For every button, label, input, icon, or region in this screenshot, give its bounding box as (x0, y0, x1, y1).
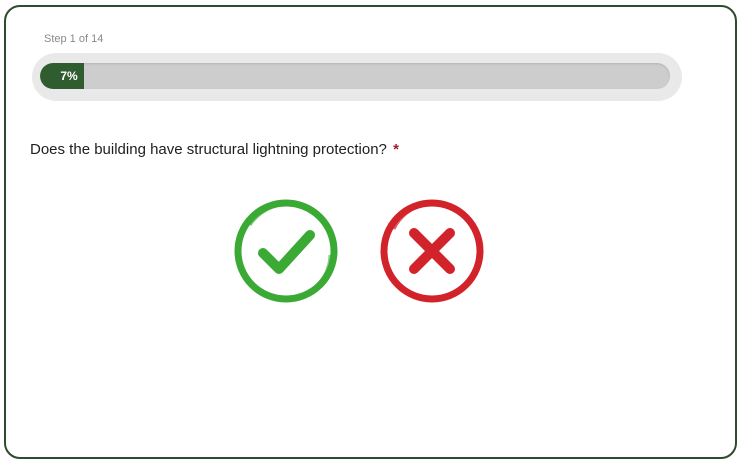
required-marker: * (393, 141, 399, 158)
progress-bar: 7% (32, 53, 682, 101)
progress-track: 7% (40, 63, 670, 89)
question-card: Step 1 of 14 7% Does the building have s… (4, 5, 737, 459)
x-circle-icon (380, 199, 484, 303)
progress-percent: 7% (60, 69, 78, 83)
yes-button[interactable] (230, 195, 342, 307)
checkmark-circle-icon (234, 199, 338, 303)
question-label: Does the building have structural lightn… (30, 141, 399, 158)
question-text: Does the building have structural lightn… (30, 141, 387, 158)
step-indicator: Step 1 of 14 (44, 33, 104, 45)
no-button[interactable] (376, 195, 488, 307)
